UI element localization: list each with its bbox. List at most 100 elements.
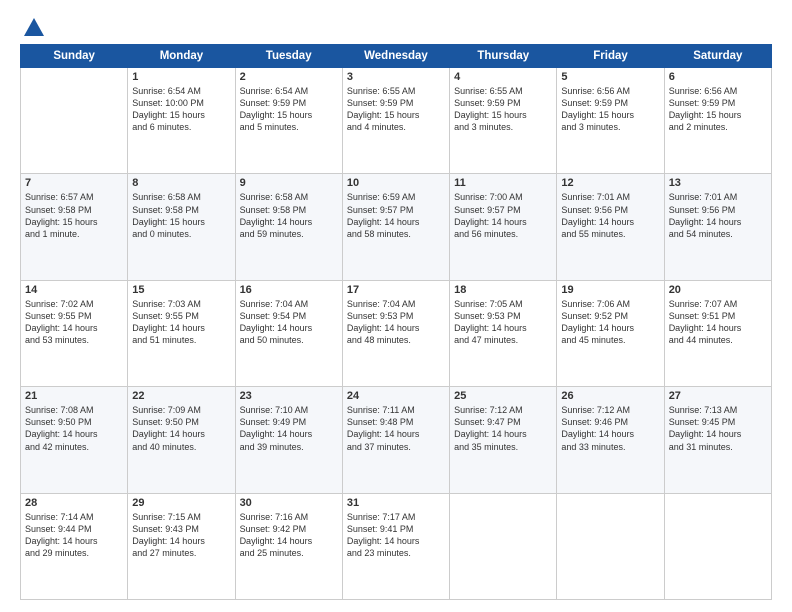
cell-info: Sunrise: 6:55 AM Sunset: 9:59 PM Dayligh… (347, 85, 445, 134)
day-number: 7 (25, 177, 123, 189)
day-number: 15 (132, 284, 230, 296)
weekday-monday: Monday (128, 45, 235, 68)
cell-info: Sunrise: 6:55 AM Sunset: 9:59 PM Dayligh… (454, 85, 552, 134)
cell-info: Sunrise: 7:04 AM Sunset: 9:54 PM Dayligh… (240, 298, 338, 347)
weekday-saturday: Saturday (664, 45, 771, 68)
calendar-table: SundayMondayTuesdayWednesdayThursdayFrid… (20, 44, 772, 600)
day-number: 18 (454, 284, 552, 296)
cell-info: Sunrise: 7:00 AM Sunset: 9:57 PM Dayligh… (454, 191, 552, 240)
day-number: 21 (25, 390, 123, 402)
day-number: 19 (561, 284, 659, 296)
day-number: 2 (240, 71, 338, 83)
calendar-cell: 16 Sunrise: 7:04 AM Sunset: 9:54 PM Dayli… (235, 280, 342, 386)
calendar-cell: 24 Sunrise: 7:11 AM Sunset: 9:48 PM Dayli… (342, 387, 449, 493)
calendar-cell: 2 Sunrise: 6:54 AM Sunset: 9:59 PM Daylig… (235, 68, 342, 174)
cell-info: Sunrise: 7:06 AM Sunset: 9:52 PM Dayligh… (561, 298, 659, 347)
calendar-cell: 15 Sunrise: 7:03 AM Sunset: 9:55 PM Dayli… (128, 280, 235, 386)
day-number: 24 (347, 390, 445, 402)
day-number: 11 (454, 177, 552, 189)
cell-info: Sunrise: 7:10 AM Sunset: 9:49 PM Dayligh… (240, 404, 338, 453)
calendar-cell: 1Sunrise: 6:54 AM Sunset: 10:00 PM Dayli… (128, 68, 235, 174)
weekday-wednesday: Wednesday (342, 45, 449, 68)
day-number: 4 (454, 71, 552, 83)
cell-info: Sunrise: 7:01 AM Sunset: 9:56 PM Dayligh… (669, 191, 767, 240)
cell-info: Sunrise: 7:09 AM Sunset: 9:50 PM Dayligh… (132, 404, 230, 453)
calendar-cell: 27 Sunrise: 7:13 AM Sunset: 9:45 PM Dayli… (664, 387, 771, 493)
day-number: 1 (132, 71, 230, 83)
day-number: 9 (240, 177, 338, 189)
weekday-header-row: SundayMondayTuesdayWednesdayThursdayFrid… (21, 45, 772, 68)
cell-info: Sunrise: 7:15 AM Sunset: 9:43 PM Dayligh… (132, 511, 230, 560)
weekday-tuesday: Tuesday (235, 45, 342, 68)
calendar-week-5: 28 Sunrise: 7:14 AM Sunset: 9:44 PM Dayli… (21, 493, 772, 599)
cell-info: Sunrise: 7:05 AM Sunset: 9:53 PM Dayligh… (454, 298, 552, 347)
calendar-cell: 4 Sunrise: 6:55 AM Sunset: 9:59 PM Daylig… (450, 68, 557, 174)
cell-info: Sunrise: 6:56 AM Sunset: 9:59 PM Dayligh… (669, 85, 767, 134)
calendar-cell: 21Sunrise: 7:08 AM Sunset: 9:50 PM Dayli… (21, 387, 128, 493)
cell-info: Sunrise: 7:12 AM Sunset: 9:46 PM Dayligh… (561, 404, 659, 453)
calendar-cell: 7Sunrise: 6:57 AM Sunset: 9:58 PM Daylig… (21, 174, 128, 280)
calendar-cell: 10 Sunrise: 6:59 AM Sunset: 9:57 PM Dayli… (342, 174, 449, 280)
cell-info: Sunrise: 7:14 AM Sunset: 9:44 PM Dayligh… (25, 511, 123, 560)
day-number: 28 (25, 497, 123, 509)
header (20, 16, 772, 36)
day-number: 13 (669, 177, 767, 189)
calendar-week-3: 14 Sunrise: 7:02 AM Sunset: 9:55 PM Dayli… (21, 280, 772, 386)
day-number: 22 (132, 390, 230, 402)
day-number: 12 (561, 177, 659, 189)
calendar-cell: 11 Sunrise: 7:00 AM Sunset: 9:57 PM Dayli… (450, 174, 557, 280)
cell-info: Sunrise: 7:17 AM Sunset: 9:41 PM Dayligh… (347, 511, 445, 560)
cell-info: Sunrise: 6:59 AM Sunset: 9:57 PM Dayligh… (347, 191, 445, 240)
calendar-cell: 18 Sunrise: 7:05 AM Sunset: 9:53 PM Dayli… (450, 280, 557, 386)
calendar-cell: 31 Sunrise: 7:17 AM Sunset: 9:41 PM Dayli… (342, 493, 449, 599)
day-number: 27 (669, 390, 767, 402)
day-number: 3 (347, 71, 445, 83)
cell-info: Sunrise: 7:02 AM Sunset: 9:55 PM Dayligh… (25, 298, 123, 347)
day-number: 17 (347, 284, 445, 296)
calendar-cell: 3 Sunrise: 6:55 AM Sunset: 9:59 PM Daylig… (342, 68, 449, 174)
day-number: 14 (25, 284, 123, 296)
calendar-cell: 25Sunrise: 7:12 AM Sunset: 9:47 PM Dayli… (450, 387, 557, 493)
cell-info: Sunrise: 7:03 AM Sunset: 9:55 PM Dayligh… (132, 298, 230, 347)
calendar-cell (21, 68, 128, 174)
cell-info: Sunrise: 7:04 AM Sunset: 9:53 PM Dayligh… (347, 298, 445, 347)
calendar-cell (557, 493, 664, 599)
day-number: 16 (240, 284, 338, 296)
cell-info: Sunrise: 6:54 AM Sunset: 9:59 PM Dayligh… (240, 85, 338, 134)
calendar-cell: 9 Sunrise: 6:58 AM Sunset: 9:58 PM Daylig… (235, 174, 342, 280)
calendar-cell: 29 Sunrise: 7:15 AM Sunset: 9:43 PM Dayli… (128, 493, 235, 599)
day-number: 5 (561, 71, 659, 83)
page: SundayMondayTuesdayWednesdayThursdayFrid… (0, 0, 792, 612)
day-number: 26 (561, 390, 659, 402)
calendar-cell: 13 Sunrise: 7:01 AM Sunset: 9:56 PM Dayli… (664, 174, 771, 280)
weekday-friday: Friday (557, 45, 664, 68)
day-number: 31 (347, 497, 445, 509)
cell-info: Sunrise: 7:11 AM Sunset: 9:48 PM Dayligh… (347, 404, 445, 453)
cell-info: Sunrise: 7:16 AM Sunset: 9:42 PM Dayligh… (240, 511, 338, 560)
calendar-cell: 6Sunrise: 6:56 AM Sunset: 9:59 PM Daylig… (664, 68, 771, 174)
calendar-cell (450, 493, 557, 599)
calendar-cell: 28 Sunrise: 7:14 AM Sunset: 9:44 PM Dayli… (21, 493, 128, 599)
cell-info: Sunrise: 7:12 AM Sunset: 9:47 PM Dayligh… (454, 404, 552, 453)
calendar-cell: 12Sunrise: 7:01 AM Sunset: 9:56 PM Dayli… (557, 174, 664, 280)
cell-info: Sunrise: 6:56 AM Sunset: 9:59 PM Dayligh… (561, 85, 659, 134)
day-number: 30 (240, 497, 338, 509)
logo-icon (22, 16, 46, 40)
day-number: 23 (240, 390, 338, 402)
day-number: 10 (347, 177, 445, 189)
calendar-cell: 20Sunrise: 7:07 AM Sunset: 9:51 PM Dayli… (664, 280, 771, 386)
cell-info: Sunrise: 7:07 AM Sunset: 9:51 PM Dayligh… (669, 298, 767, 347)
cell-info: Sunrise: 7:13 AM Sunset: 9:45 PM Dayligh… (669, 404, 767, 453)
weekday-thursday: Thursday (450, 45, 557, 68)
calendar-cell: 17 Sunrise: 7:04 AM Sunset: 9:53 PM Dayli… (342, 280, 449, 386)
day-number: 8 (132, 177, 230, 189)
logo (20, 16, 46, 36)
weekday-sunday: Sunday (21, 45, 128, 68)
calendar-cell: 14 Sunrise: 7:02 AM Sunset: 9:55 PM Dayli… (21, 280, 128, 386)
cell-info: Sunrise: 6:58 AM Sunset: 9:58 PM Dayligh… (240, 191, 338, 240)
calendar-cell: 26 Sunrise: 7:12 AM Sunset: 9:46 PM Dayli… (557, 387, 664, 493)
calendar-week-2: 7Sunrise: 6:57 AM Sunset: 9:58 PM Daylig… (21, 174, 772, 280)
day-number: 29 (132, 497, 230, 509)
calendar-week-1: 1Sunrise: 6:54 AM Sunset: 10:00 PM Dayli… (21, 68, 772, 174)
calendar-cell: 19 Sunrise: 7:06 AM Sunset: 9:52 PM Dayli… (557, 280, 664, 386)
